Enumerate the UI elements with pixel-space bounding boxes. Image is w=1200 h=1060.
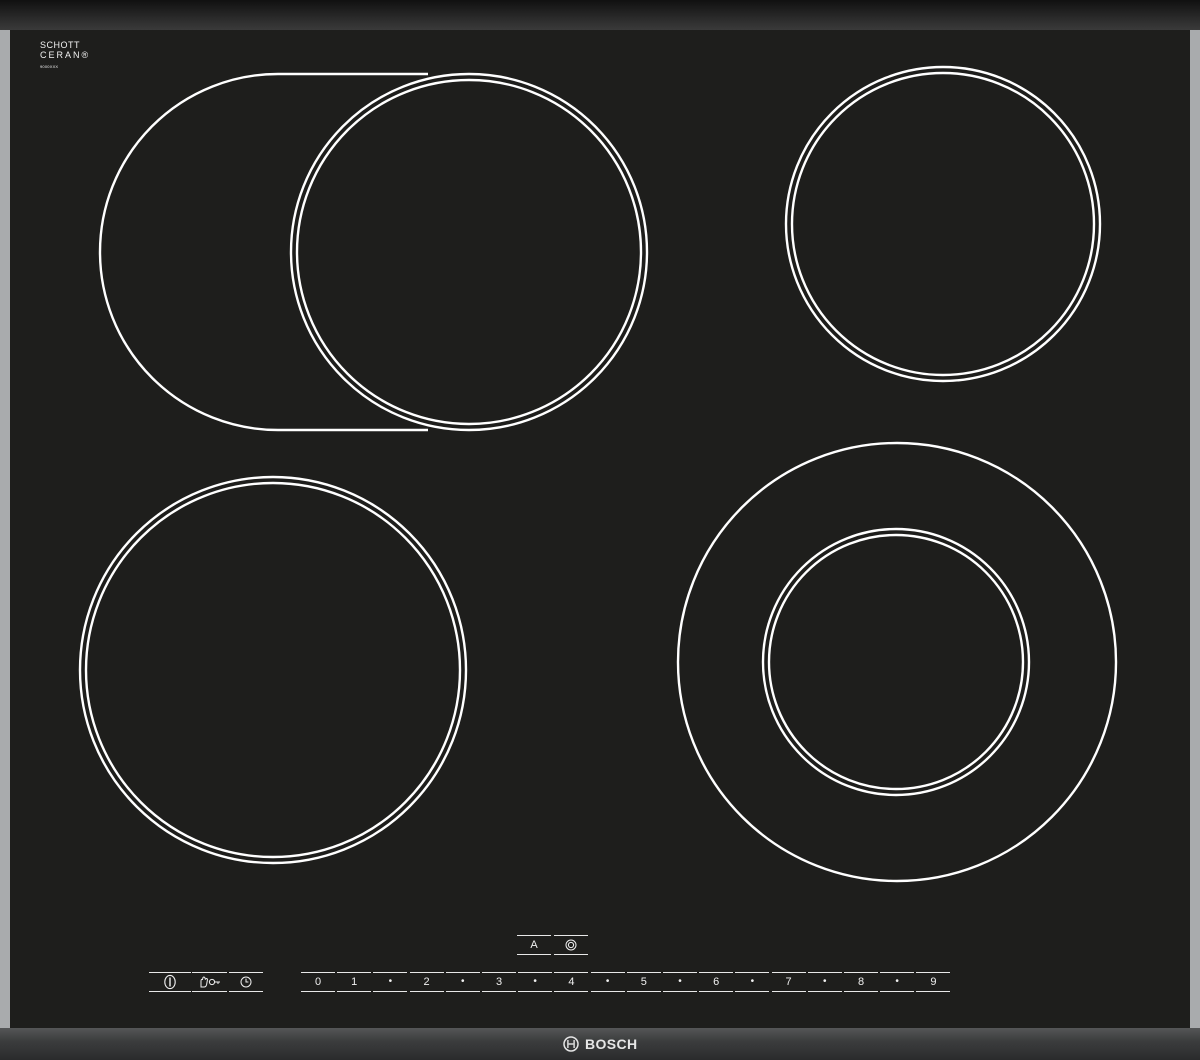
single-zone-top-right xyxy=(784,65,1102,383)
power-scale-dot[interactable]: • xyxy=(518,972,553,992)
power-scale-label: 3 xyxy=(495,976,503,988)
power-icon xyxy=(164,974,176,990)
zone-bottom-right-inner-ring-inner xyxy=(767,533,1025,791)
zone-bottom-right-outer-ring xyxy=(676,441,1118,883)
power-scale-label: • xyxy=(388,976,393,987)
power-level-1-key[interactable]: 1 xyxy=(337,972,372,992)
roaster-main-ring-inner xyxy=(295,78,643,426)
extended-roaster-zone xyxy=(98,72,649,432)
zone-bottom-left-ring-outer xyxy=(78,475,468,865)
power-scale-label: 5 xyxy=(640,976,647,988)
zone-top-right-ring-outer xyxy=(784,65,1102,383)
power-scale-label: • xyxy=(533,976,537,987)
power-level-7-key[interactable]: 7 xyxy=(771,972,806,992)
power-scale-label: 8 xyxy=(857,976,865,988)
power-scale-dot[interactable]: • xyxy=(373,972,408,992)
power-level-0-key[interactable]: 0 xyxy=(301,972,335,992)
power-level-5-key[interactable]: 5 xyxy=(626,972,661,992)
power-level-8-key[interactable]: 8 xyxy=(844,972,878,992)
power-scale-label: • xyxy=(750,976,755,987)
power-level-3-key[interactable]: 3 xyxy=(482,972,516,992)
dual-zone-bottom-right xyxy=(676,441,1118,883)
power-scale-label: • xyxy=(605,976,610,987)
power-scale-label: 6 xyxy=(713,976,720,988)
zone-bottom-right-inner-ring-outer xyxy=(761,527,1031,797)
power-level-2-key[interactable]: 2 xyxy=(409,972,444,992)
power-scale-label: • xyxy=(895,976,899,987)
power-scale-dot[interactable]: • xyxy=(445,972,480,992)
power-level-6-key[interactable]: 6 xyxy=(699,972,734,992)
timer-icon xyxy=(240,976,252,988)
power-scale-label: 0 xyxy=(314,976,322,988)
main-power-key[interactable] xyxy=(149,972,191,992)
zone-bottom-left-ring-inner xyxy=(84,481,462,859)
power-scale-label: 9 xyxy=(930,976,937,988)
bosch-wordmark: BOSCH xyxy=(585,1036,638,1052)
auto-cook-key[interactable]: A xyxy=(517,935,551,955)
power-level-4-key[interactable]: 4 xyxy=(554,972,589,992)
power-scale-dot[interactable]: • xyxy=(663,972,697,992)
power-scale-dot[interactable]: • xyxy=(807,972,842,992)
power-scale-dot[interactable]: • xyxy=(590,972,625,992)
roaster-main-ring-outer xyxy=(289,72,649,432)
power-scale-label: 2 xyxy=(423,976,430,988)
power-scale-label: • xyxy=(678,976,682,987)
power-scale-label: • xyxy=(823,976,827,987)
power-level-scale[interactable]: 0 1 • 2 • 3 • 4 • 5 • 6 • 7 • 8 • 9 xyxy=(301,972,951,992)
timer-key[interactable] xyxy=(229,972,263,992)
power-scale-label: 4 xyxy=(568,976,575,988)
child-lock-icon xyxy=(200,976,220,988)
power-level-9-key[interactable]: 9 xyxy=(916,972,951,992)
roaster-outline xyxy=(98,72,428,432)
frying-sensor-icon xyxy=(565,939,577,951)
auto-cook-label: A xyxy=(530,939,538,951)
frying-sensor-key[interactable] xyxy=(554,935,588,955)
power-scale-dot[interactable]: • xyxy=(735,972,770,992)
cooking-zones xyxy=(78,65,1118,883)
zone-top-right-ring-inner xyxy=(790,71,1096,377)
power-scale-label: 1 xyxy=(351,976,358,988)
bosch-logo: BOSCH xyxy=(563,1034,638,1054)
single-zone-bottom-left xyxy=(78,475,468,865)
bosch-armature-logo-icon xyxy=(563,1036,579,1052)
power-scale-label: • xyxy=(461,976,465,987)
power-scale-label: 7 xyxy=(785,976,792,988)
child-lock-key[interactable] xyxy=(192,972,227,992)
power-scale-dot[interactable]: • xyxy=(880,972,915,992)
